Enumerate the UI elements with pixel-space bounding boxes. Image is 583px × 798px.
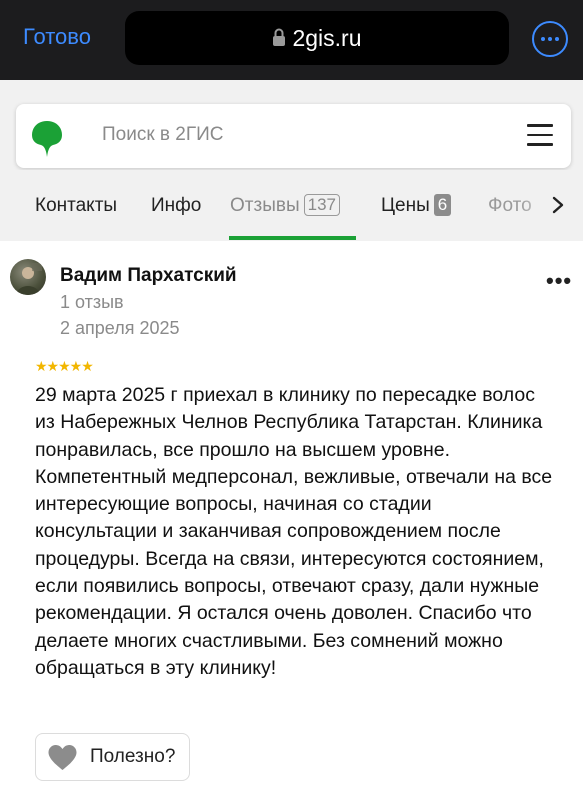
active-tab-indicator: [229, 236, 356, 240]
done-button[interactable]: Готово: [23, 24, 91, 50]
tab-info[interactable]: Инфо: [151, 195, 201, 217]
browser-toolbar: Готово 2gis.ru: [0, 0, 583, 80]
tab-label: Контакты: [35, 195, 118, 216]
prices-count-badge: 6: [433, 194, 452, 216]
tab-bar: Контакты Инфо Отзывы 137 Цены 6 Фото: [0, 170, 583, 241]
avatar[interactable]: [10, 259, 46, 295]
reviews-count-badge: 137: [303, 194, 340, 216]
helpful-button[interactable]: Полезно?: [35, 733, 190, 781]
tab-prices[interactable]: Цены 6: [381, 194, 452, 217]
review-text: 29 марта 2025 г приехал в клинику по пер…: [35, 384, 553, 679]
rating-stars: ★★★★★: [35, 358, 94, 374]
search-input[interactable]: Поиск в 2ГИС: [102, 124, 224, 146]
search-box[interactable]: [16, 104, 571, 168]
chevron-right-icon[interactable]: [552, 196, 564, 214]
author-review-count: 1 отзыв: [60, 292, 124, 312]
tab-label: Отзывы: [230, 195, 300, 216]
tab-reviews[interactable]: Отзывы 137: [230, 194, 340, 217]
review-date: 2 апреля 2025: [60, 318, 180, 338]
avatar-photo-icon: [16, 263, 42, 295]
helpful-label: Полезно?: [90, 746, 176, 767]
tab-label: Цены: [381, 195, 430, 216]
heart-icon: [48, 744, 77, 770]
lock-icon: [273, 28, 286, 46]
more-dots-icon[interactable]: •••: [546, 268, 572, 294]
author-name[interactable]: Вадим Пархатский: [60, 265, 237, 287]
more-icon[interactable]: [532, 21, 568, 57]
tab-label: Инфо: [151, 195, 202, 216]
url-text: 2gis.ru: [292, 24, 362, 51]
hamburger-menu-icon[interactable]: [527, 124, 553, 148]
tab-contacts[interactable]: Контакты: [35, 195, 117, 217]
2gis-logo-icon[interactable]: [30, 120, 64, 158]
address-bar[interactable]: 2gis.ru: [125, 11, 509, 65]
